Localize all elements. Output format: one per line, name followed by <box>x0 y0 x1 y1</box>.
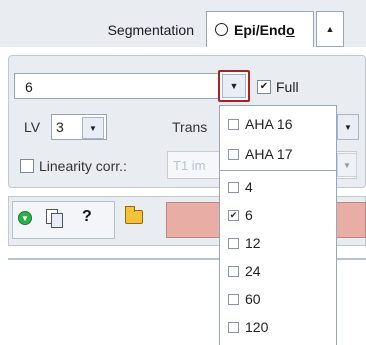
circle-icon <box>215 23 228 36</box>
epi-endo-label: Epi/Endo <box>234 22 295 38</box>
transform-label: Trans <box>172 119 208 135</box>
dropdown-item-24[interactable]: 24 <box>228 263 261 279</box>
checkbox-icon <box>228 321 239 333</box>
dropdown-item-4[interactable]: 4 <box>228 179 253 195</box>
sector-count-combo[interactable]: 6 <box>14 73 247 99</box>
chevron-down-icon: ▼ <box>222 74 246 98</box>
full-checkbox[interactable]: ✔ Full <box>257 79 299 95</box>
green-play-icon[interactable]: ▼ <box>18 211 32 225</box>
checkmark-icon: ✔ <box>228 209 239 221</box>
sector-count-dropdown-button[interactable]: ▼ <box>218 70 250 102</box>
chevron-down-icon: ▼ <box>343 160 351 170</box>
dropdown-item-6[interactable]: ✔ 6 <box>228 207 253 223</box>
dropdown-item-label: 24 <box>245 263 261 279</box>
copy-icon-front <box>51 213 63 228</box>
dropdown-item-60[interactable]: 60 <box>228 291 261 307</box>
linearity-correction-checkbox[interactable]: Linearity corr.: <box>20 158 127 174</box>
chevron-down-icon: ▼ <box>82 117 104 139</box>
full-label: Full <box>276 79 299 95</box>
dropdown-item-label: 60 <box>245 291 261 307</box>
sector-count-dropdown-list: AHA 16 AHA 17 4 ✔ 6 12 24 60 120 <box>219 105 337 345</box>
dropdown-item-aha16[interactable]: AHA 16 <box>228 116 292 132</box>
epi-endo-button[interactable]: Epi/Endo <box>206 11 314 47</box>
lv-label: LV <box>24 119 41 135</box>
dropdown-item-120[interactable]: 120 <box>228 319 268 335</box>
dropdown-item-label: 6 <box>245 207 253 223</box>
folder-open-icon[interactable] <box>125 206 143 224</box>
dropdown-item-12[interactable]: 12 <box>228 235 261 251</box>
dropdown-item-label: AHA 17 <box>245 146 293 162</box>
sector-count-value: 6 <box>25 79 33 95</box>
chevron-down-icon: ▼ <box>344 122 352 132</box>
dropdown-item-label: 12 <box>245 235 261 251</box>
checkbox-icon <box>228 237 239 249</box>
collapse-button[interactable]: ▲ <box>316 11 344 47</box>
linearity-label: Linearity corr.: <box>39 158 127 174</box>
help-icon[interactable]: ? <box>82 208 92 226</box>
checkbox-icon <box>228 118 239 130</box>
chevron-up-icon: ▲ <box>325 24 335 34</box>
checkbox-icon <box>228 148 239 160</box>
linearity-dropdown-button: ▼ <box>337 153 357 177</box>
checkbox-icon <box>228 293 239 305</box>
checkbox-icon <box>228 181 239 193</box>
lv-combo[interactable]: 3 ▼ <box>51 114 107 140</box>
segmentation-label: Segmentation <box>107 22 194 38</box>
dropdown-item-label: 4 <box>245 179 253 195</box>
lv-value: 3 <box>56 119 64 135</box>
checkbox-icon <box>228 265 239 277</box>
dropdown-item-label: 120 <box>245 319 269 335</box>
dropdown-item-label: AHA 16 <box>245 116 293 132</box>
checkbox-box <box>20 159 34 173</box>
dropdown-item-aha17[interactable]: AHA 17 <box>228 146 292 162</box>
copy-icon[interactable] <box>46 209 63 228</box>
checkmark-icon: ✔ <box>257 80 271 94</box>
linearity-combo-value: T1 im <box>173 158 206 173</box>
dropdown-separator <box>220 170 336 171</box>
transform-dropdown-button[interactable]: ▼ <box>337 114 359 140</box>
epi-endo-text: Epi/Endo <box>234 21 295 38</box>
